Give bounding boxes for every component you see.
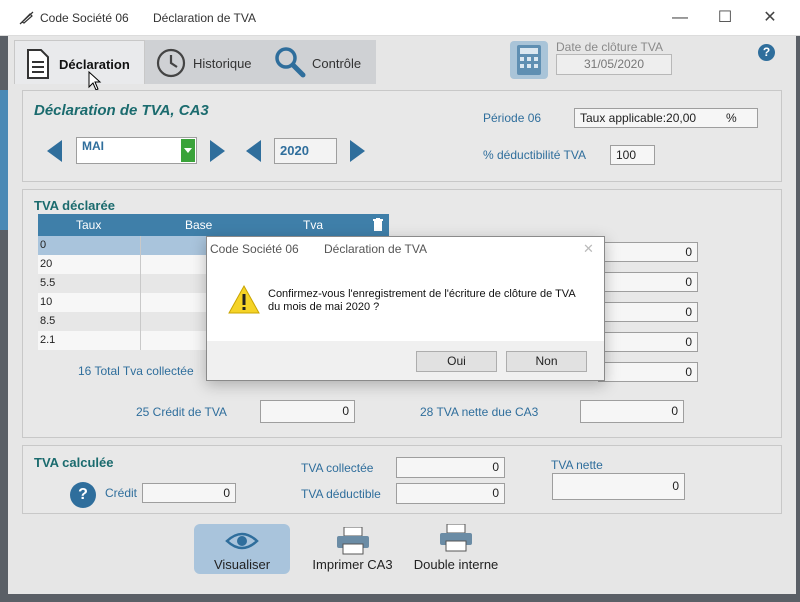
printer-icon bbox=[337, 527, 369, 555]
dialog-footer: Oui Non bbox=[207, 341, 604, 380]
mouse-cursor-icon bbox=[88, 71, 102, 91]
trash-icon[interactable] bbox=[373, 218, 383, 231]
total-collected-label: 16 Total Tva collectée bbox=[78, 364, 194, 378]
confirm-dialog: Code Société 06 Déclaration de TVA ✕ Con… bbox=[206, 236, 605, 381]
period-label: Période 06 bbox=[483, 111, 542, 125]
col-tva: Tva bbox=[303, 218, 324, 232]
credit-vat-field[interactable]: 0 bbox=[260, 400, 355, 423]
month-prev-button[interactable] bbox=[47, 140, 62, 162]
declared-value-field[interactable]: 0 bbox=[598, 332, 698, 352]
calc-credit-label: Crédit bbox=[105, 486, 138, 500]
background-window-edge bbox=[0, 90, 8, 230]
double-internal-label: Double interne bbox=[413, 557, 499, 572]
row-taux: 5.5 bbox=[40, 277, 56, 289]
col-base: Base bbox=[185, 218, 213, 232]
month-select[interactable]: MAI bbox=[76, 137, 197, 164]
print-ca3-label: Imprimer CA3 bbox=[312, 557, 393, 572]
calculator-icon bbox=[510, 41, 548, 79]
calc-net-field[interactable]: 0 bbox=[552, 473, 685, 500]
eye-icon bbox=[225, 532, 259, 550]
deductibility-field[interactable]: 100 bbox=[610, 145, 655, 165]
help-button[interactable]: ? bbox=[758, 44, 775, 61]
tab-historique-label: Historique bbox=[193, 56, 252, 71]
declaration-title: Déclaration de TVA, CA3 bbox=[34, 102, 209, 119]
dialog-app-name: Code Société 06 bbox=[210, 242, 299, 256]
rate-unit: % bbox=[726, 111, 737, 125]
rate-field: Taux applicable:20,00 % bbox=[574, 108, 758, 128]
app-feather-icon bbox=[19, 11, 34, 25]
row-taux: 20 bbox=[40, 258, 53, 270]
document-icon bbox=[27, 49, 49, 79]
tab-historique[interactable]: Historique bbox=[145, 40, 260, 84]
credit-vat-label: 25 Crédit de TVA bbox=[136, 405, 227, 419]
row-taux: 0 bbox=[40, 239, 47, 251]
month-dropdown-button[interactable] bbox=[181, 139, 195, 162]
calc-credit-field[interactable]: 0 bbox=[142, 483, 236, 503]
declared-value-field[interactable]: 0 bbox=[598, 242, 698, 262]
window-app-name: Code Société 06 bbox=[40, 11, 129, 25]
window-close-button[interactable]: ✕ bbox=[750, 4, 790, 32]
year-next-button[interactable] bbox=[350, 140, 365, 162]
year-prev-button[interactable] bbox=[246, 140, 261, 162]
declared-vat-title: TVA déclarée bbox=[34, 198, 115, 213]
chevron-down-icon bbox=[184, 148, 192, 153]
visualize-label: Visualiser bbox=[213, 557, 271, 572]
row-taux: 8.5 bbox=[40, 315, 56, 327]
calc-deductible-label: TVA déductible bbox=[301, 487, 381, 501]
tab-bar: Déclaration Historique Contrôle bbox=[14, 40, 376, 84]
window-title: Déclaration de TVA bbox=[153, 11, 256, 25]
declared-value-field[interactable]: 0 bbox=[598, 272, 698, 292]
dialog-message: Confirmez-vous l'enregistrement de l'écr… bbox=[268, 288, 576, 313]
closing-date-field: 31/05/2020 bbox=[556, 54, 672, 75]
tab-declaration-label: Déclaration bbox=[59, 57, 130, 72]
dialog-close-button[interactable]: ✕ bbox=[583, 241, 594, 257]
col-taux: Taux bbox=[76, 218, 102, 232]
magnifier-icon bbox=[275, 47, 306, 78]
year-field[interactable]: 2020 bbox=[274, 138, 337, 164]
row-taux: 10 bbox=[40, 296, 53, 308]
maximize-button[interactable]: ☐ bbox=[705, 4, 745, 32]
rate-label: Taux applicable:20,00 bbox=[580, 111, 697, 125]
clock-icon bbox=[156, 48, 186, 78]
dialog-title: Déclaration de TVA bbox=[324, 242, 427, 256]
declared-value-field[interactable]: 0 bbox=[598, 362, 698, 382]
printer-icon bbox=[440, 524, 472, 552]
calc-deductible-field[interactable]: 0 bbox=[396, 483, 505, 504]
help-icon[interactable]: ? bbox=[70, 482, 96, 508]
month-next-button[interactable] bbox=[210, 140, 225, 162]
double-internal-button[interactable]: Double interne bbox=[405, 524, 507, 574]
net-due-label: 28 TVA nette due CA3 bbox=[420, 405, 539, 419]
calc-collected-label: TVA collectée bbox=[301, 461, 374, 475]
closing-date-label: Date de clôture TVA bbox=[556, 40, 663, 54]
net-due-field[interactable]: 0 bbox=[580, 400, 684, 423]
yes-button[interactable]: Oui bbox=[416, 351, 497, 372]
deductibility-label: % déductibilité TVA bbox=[483, 148, 586, 162]
print-ca3-button[interactable]: Imprimer CA3 bbox=[305, 524, 400, 574]
tab-controle[interactable]: Contrôle bbox=[260, 40, 376, 84]
calc-collected-field[interactable]: 0 bbox=[396, 457, 505, 478]
calculated-vat-title: TVA calculée bbox=[34, 455, 114, 470]
declared-value-field[interactable]: 0 bbox=[598, 302, 698, 322]
no-button[interactable]: Non bbox=[506, 351, 587, 372]
warning-icon bbox=[228, 284, 260, 314]
window-titlebar: Code Société 06 Déclaration de TVA — ☐ ✕ bbox=[0, 0, 800, 36]
visualize-button[interactable]: Visualiser bbox=[194, 524, 290, 574]
calc-net-label: TVA nette bbox=[551, 458, 603, 472]
tab-declaration[interactable]: Déclaration bbox=[14, 40, 145, 84]
row-taux: 2.1 bbox=[40, 334, 56, 346]
vat-table-header: Taux Base Tva bbox=[38, 214, 389, 236]
minimize-button[interactable]: — bbox=[660, 4, 700, 32]
month-value: MAI bbox=[82, 139, 104, 153]
tab-controle-label: Contrôle bbox=[312, 56, 362, 71]
